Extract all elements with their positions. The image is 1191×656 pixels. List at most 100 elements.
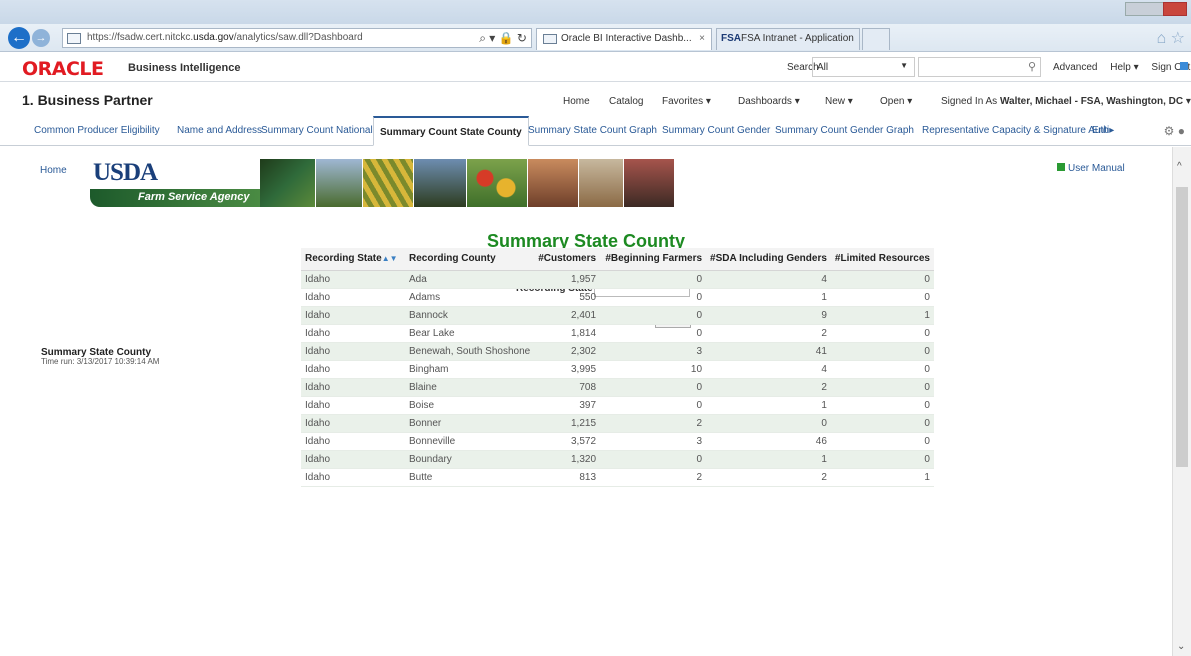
- oracle-logo: ORACLE: [22, 58, 104, 80]
- nav-favorites[interactable]: Favorites ▾: [662, 96, 711, 107]
- scrollbar-thumb[interactable]: [1176, 187, 1188, 467]
- tab-representative-capacity[interactable]: Representative Capacity & Signature Auth: [922, 116, 1109, 146]
- window-close-button[interactable]: [1163, 2, 1187, 16]
- sort-icon[interactable]: ▲▼: [382, 254, 398, 263]
- table-row: Idaho Bonner 1,215 2 0 0: [301, 414, 934, 433]
- chevron-down-icon[interactable]: ⌄: [1177, 641, 1185, 652]
- address-tools[interactable]: ⌕ ▾ 🔒 ↻: [479, 31, 527, 46]
- browser-tab-active[interactable]: Oracle BI Interactive Dashb... ×: [536, 28, 712, 50]
- help-menu[interactable]: Help ▾: [1110, 62, 1138, 73]
- browser-tab[interactable]: FSA FSA Intranet - Application: [716, 28, 860, 50]
- dashboard-header: 1. Business Partner Home Catalog Favorit…: [0, 82, 1191, 116]
- signed-in-label: Signed In As: [941, 96, 998, 107]
- table-row: Idaho Boise 397 0 1 0: [301, 396, 934, 415]
- cell-state: Idaho: [301, 450, 405, 469]
- cell-beginning: 2: [600, 414, 707, 433]
- table-row: Idaho Boundary 1,320 0 1 0: [301, 450, 934, 469]
- overflow-icon[interactable]: [1180, 62, 1188, 70]
- address-bar[interactable]: https://fsadw.cert.nitckc.usda.gov/analy…: [62, 28, 532, 48]
- forward-icon[interactable]: →: [32, 29, 50, 47]
- tab-summary-count-national[interactable]: Summary Count National: [261, 116, 373, 146]
- tab-summary-count-state-county[interactable]: Summary Count State County: [373, 116, 529, 146]
- cell-customers: 2,401: [534, 306, 601, 325]
- corn-photo: [363, 159, 413, 207]
- fsa-text: Farm Service Agency: [138, 191, 250, 203]
- cell-beginning: 0: [600, 288, 707, 307]
- cell-state: Idaho: [301, 270, 405, 289]
- gear-icon[interactable]: ⚙ ●: [1164, 124, 1185, 138]
- cell-county: Butte: [405, 468, 535, 487]
- page-icon: [543, 34, 557, 44]
- cell-beginning: 0: [600, 396, 707, 415]
- user-manual-link[interactable]: User Manual: [1057, 163, 1125, 174]
- cell-limited: 0: [830, 360, 934, 379]
- search-icon[interactable]: ⚲: [1028, 60, 1036, 73]
- tab-common-producer-eligibility[interactable]: Common Producer Eligibility: [34, 116, 160, 146]
- cell-county: Blaine: [405, 378, 535, 397]
- table-row: Idaho Blaine 708 0 2 0: [301, 378, 934, 397]
- tab-summary-count-gender-graph[interactable]: Summary Count Gender Graph: [775, 116, 914, 146]
- home-link[interactable]: Home: [40, 165, 67, 176]
- cell-county: Bannock: [405, 306, 535, 325]
- advanced-link[interactable]: Advanced: [1053, 62, 1097, 73]
- farm-photo: [260, 159, 315, 207]
- cell-state: Idaho: [301, 432, 405, 451]
- table-header-row: Recording State▲▼ Recording County #Cust…: [301, 248, 934, 271]
- cell-county: Benewah, South Shoshone: [405, 342, 535, 361]
- signed-in-info[interactable]: Signed In As Walter, Michael - FSA, Wash…: [941, 96, 1191, 107]
- cell-customers: 813: [534, 468, 601, 487]
- col-sda-genders[interactable]: #SDA Including Genders: [706, 248, 831, 271]
- cell-state: Idaho: [301, 396, 405, 415]
- page-icon: [67, 33, 81, 44]
- back-icon[interactable]: ←: [8, 27, 30, 49]
- cell-sda: 4: [706, 360, 831, 379]
- cell-state: Idaho: [301, 468, 405, 487]
- col-limited-resources[interactable]: #Limited Resources: [830, 248, 934, 271]
- cell-county: Boise: [405, 396, 535, 415]
- cell-state: Idaho: [301, 414, 405, 433]
- search-scope-select[interactable]: All ▼: [812, 57, 915, 77]
- tab-summary-state-count-graph[interactable]: Summary State Count Graph: [528, 116, 657, 146]
- cell-customers: 397: [534, 396, 601, 415]
- cell-sda: 1: [706, 396, 831, 415]
- search-scope-value: All: [817, 62, 829, 73]
- nav-home[interactable]: Home: [563, 96, 590, 107]
- cell-beginning: 3: [600, 432, 707, 451]
- tab-more[interactable]: Enti▸: [1092, 116, 1114, 146]
- table-row: Idaho Butte 813 2 2 1: [301, 468, 934, 487]
- col-customers[interactable]: #Customers: [534, 248, 601, 271]
- usda-logo: USDA: [93, 159, 158, 186]
- vertical-scrollbar[interactable]: ^ ⌄: [1172, 147, 1191, 656]
- cell-limited: 0: [830, 450, 934, 469]
- fsa-favicon: FSA: [721, 33, 741, 44]
- cell-sda: 2: [706, 468, 831, 487]
- new-tab-button[interactable]: [862, 28, 890, 50]
- cell-limited: 0: [830, 270, 934, 289]
- cell-customers: 1,814: [534, 324, 601, 343]
- nav-open[interactable]: Open ▾: [880, 96, 912, 107]
- nav-dashboards[interactable]: Dashboards ▾: [738, 96, 800, 107]
- close-icon[interactable]: ×: [699, 29, 705, 49]
- signed-in-user: Walter, Michael - FSA, Washington, DC ▾: [999, 96, 1191, 107]
- search-input[interactable]: ⚲: [918, 57, 1041, 77]
- table-body: Idaho Ada 1,957 0 4 0 Idaho Adams 550 0 1 0 Idaho B…: [301, 270, 934, 487]
- column-label: Recording State: [305, 253, 382, 265]
- cell-limited: 0: [830, 324, 934, 343]
- nav-new[interactable]: New ▾: [825, 96, 853, 107]
- chevron-up-icon[interactable]: ^: [1177, 161, 1182, 172]
- col-recording-state[interactable]: Recording State▲▼: [301, 248, 405, 271]
- dashboard-tabs: Common Producer Eligibility Name and Add…: [0, 116, 1191, 146]
- nav-catalog[interactable]: Catalog: [609, 96, 643, 107]
- tab-summary-count-gender[interactable]: Summary Count Gender: [662, 116, 770, 146]
- cell-county: Bear Lake: [405, 324, 535, 343]
- col-recording-county[interactable]: Recording County: [405, 248, 535, 271]
- col-beginning-farmers[interactable]: #Beginning Farmers: [600, 248, 707, 271]
- cell-customers: 2,302: [534, 342, 601, 361]
- cell-beginning: 0: [600, 450, 707, 469]
- home-star-icons[interactable]: ⌂ ☆: [1157, 28, 1185, 48]
- tab-name-and-address[interactable]: Name and Address: [177, 116, 262, 146]
- cell-county: Bingham: [405, 360, 535, 379]
- summary-table: Recording State▲▼ Recording County #Cust…: [301, 248, 934, 487]
- cell-sda: 1: [706, 450, 831, 469]
- cell-state: Idaho: [301, 378, 405, 397]
